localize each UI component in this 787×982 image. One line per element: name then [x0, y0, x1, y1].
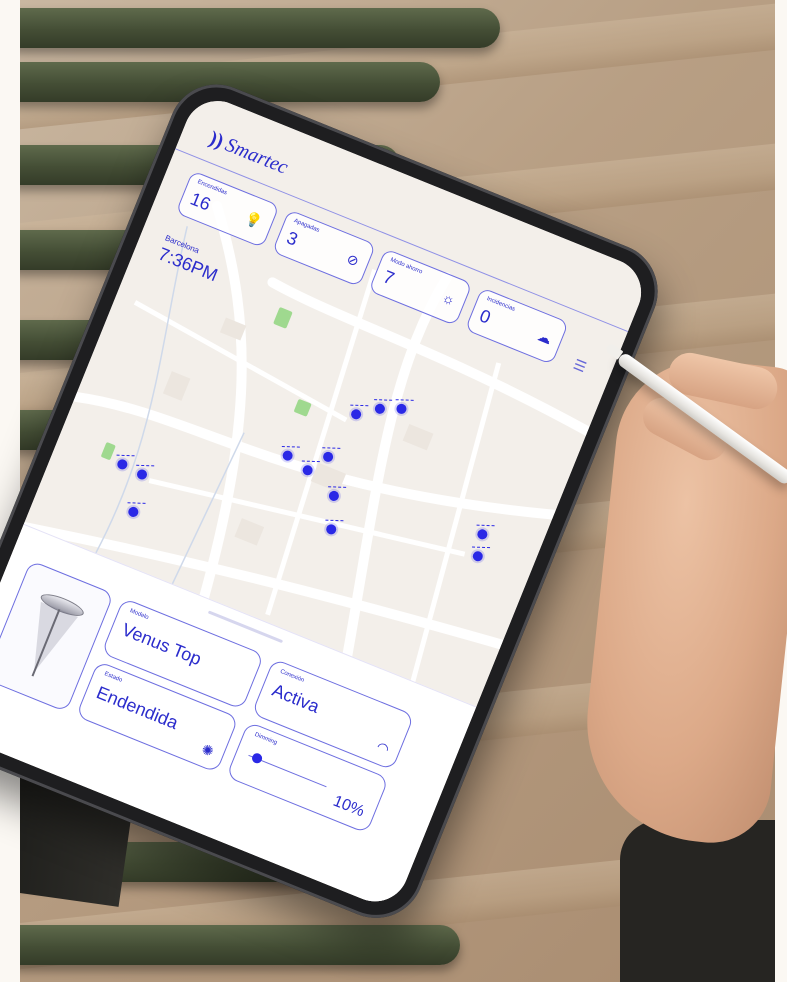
stat-value: 0 — [476, 305, 494, 328]
lightbulb-icon: 💡 — [242, 209, 265, 231]
chair-slat — [20, 925, 460, 965]
stat-value: 7 — [380, 266, 398, 289]
wifi-icon: ◠ — [374, 737, 392, 758]
connection-value: Activa — [269, 679, 323, 717]
cloud-rain-icon: ☁ — [535, 327, 555, 348]
sleeve — [620, 820, 775, 982]
state-value: Endendida — [93, 682, 181, 734]
state-label: Estado — [103, 671, 123, 684]
sunset-icon: ☼ — [439, 288, 458, 309]
model-label: Modelo — [128, 608, 150, 622]
lightbulb-off-icon: ⊘ — [344, 250, 362, 270]
dimming-value: 10% — [330, 792, 367, 821]
model-value: Venus Top — [119, 619, 205, 670]
dimming-slider-knob[interactable] — [250, 751, 264, 765]
chair-slat — [20, 8, 500, 48]
dimming-label: Dimming — [253, 731, 278, 747]
stat-value: 16 — [187, 188, 214, 215]
stat-value: 3 — [283, 227, 301, 250]
lightbulb-icon: ✺ — [199, 740, 217, 760]
